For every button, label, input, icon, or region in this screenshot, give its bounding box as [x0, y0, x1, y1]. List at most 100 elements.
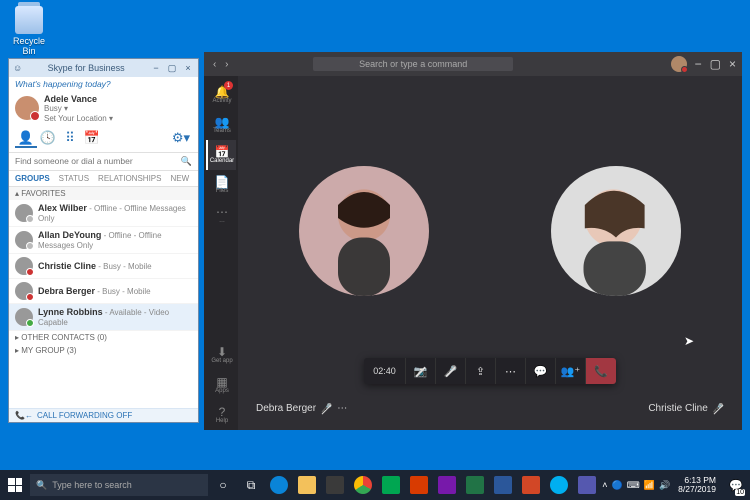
filter-new[interactable]: NEW [170, 174, 189, 183]
participant-more-icon[interactable]: ⋯ [337, 403, 347, 414]
teams-minimize-button[interactable]: − [695, 57, 702, 71]
mic-muted-icon: 🎤 [321, 403, 332, 414]
edge-icon[interactable] [267, 470, 291, 500]
contact-row[interactable]: Lynne Robbins - Available - Video Capabl… [9, 304, 198, 331]
rail-label: Apps [215, 388, 229, 394]
explorer-icon[interactable] [295, 470, 319, 500]
participant-video-1[interactable] [299, 166, 429, 296]
search-icon: 🔍 [36, 480, 47, 491]
share-button[interactable]: ⇪ [466, 358, 496, 384]
rail-get app[interactable]: ⬇Get app [206, 340, 236, 370]
participant-name-1: Debra Berger [256, 403, 316, 414]
filter-status[interactable]: STATUS [59, 174, 89, 183]
taskbar-clock[interactable]: 6:13 PM 8/27/2019 [674, 476, 720, 495]
contact-row[interactable]: Debra Berger - Busy - Mobile [9, 279, 198, 304]
teams-close-button[interactable]: × [729, 57, 736, 71]
call-timer: 02:40 [364, 358, 406, 384]
call-forward-icon: 📞← [15, 411, 33, 420]
contact-row[interactable]: Christie Cline - Busy - Mobile [9, 254, 198, 279]
camera-toggle[interactable]: 📷 [406, 358, 436, 384]
skype-search-input[interactable] [15, 156, 181, 166]
rail-activity[interactable]: 🔔Activity1 [206, 80, 236, 110]
rail-label: Get app [211, 358, 232, 364]
rail-files[interactable]: 📄Files [206, 170, 236, 200]
more-actions-button[interactable]: ⋯ [496, 358, 526, 384]
cortana-icon[interactable]: ○ [211, 470, 235, 500]
app-icon[interactable] [435, 470, 459, 500]
app-icon[interactable] [463, 470, 487, 500]
hangup-button[interactable]: 📞 [586, 358, 616, 384]
filter-relationships[interactable]: RELATIONSHIPS [98, 174, 161, 183]
tray-input-icon[interactable]: ⌨ [627, 480, 640, 491]
mic-muted-icon: 🎤 [713, 403, 724, 414]
contact-row[interactable]: Alex Wilber - Offline - Offline Messages… [9, 200, 198, 227]
rail-calendar[interactable]: 📅Calendar [206, 140, 236, 170]
app-icon[interactable] [407, 470, 431, 500]
contact-row[interactable]: Allan DeYoung - Offline - Offline Messag… [9, 227, 198, 254]
favorites-header[interactable]: ▴ FAVORITES [9, 187, 198, 200]
rail-label: Help [216, 418, 228, 424]
minimize-button[interactable]: − [150, 63, 162, 74]
maximize-button[interactable]: ▢ [166, 63, 178, 74]
participant-label-1: Debra Berger 🎤 ⋯ [256, 403, 347, 414]
teams-taskbar-icon[interactable] [575, 470, 599, 500]
skype-taskbar-icon[interactable] [547, 470, 571, 500]
group-my[interactable]: ▸ MY GROUP (3) [9, 344, 198, 357]
skype-footer[interactable]: 📞← CALL FORWARDING OFF [9, 408, 198, 422]
nav-forward-icon[interactable]: › [222, 59, 231, 70]
teams-maximize-button[interactable]: ▢ [710, 57, 721, 71]
contacts-tab-icon[interactable]: 👤 [15, 130, 37, 148]
rail-label: Files [216, 188, 229, 194]
close-button[interactable]: × [182, 63, 194, 74]
rail-help[interactable]: ?Help [206, 400, 236, 430]
self-avatar[interactable] [15, 96, 39, 120]
teams-self-avatar[interactable] [671, 56, 687, 72]
contact-avatar [15, 204, 33, 222]
app-icon[interactable] [491, 470, 515, 500]
participant-video-2[interactable] [551, 166, 681, 296]
tray-wifi-icon[interactable]: 📶 [644, 480, 655, 491]
teams-rail: 🔔Activity1👥Teams📅Calendar📄Files⋯… ⬇Get a… [204, 76, 238, 430]
skype-logo-icon: ☺ [13, 63, 22, 73]
rail-teams[interactable]: 👥Teams [206, 110, 236, 140]
contact-status: - Busy - Mobile [96, 262, 152, 271]
rail-icon: 📄 [215, 176, 230, 188]
start-button[interactable] [0, 470, 30, 500]
group-other[interactable]: ▸ OTHER CONTACTS (0) [9, 331, 198, 344]
app-icon[interactable] [379, 470, 403, 500]
rail-icon: ⋯ [216, 206, 228, 218]
rail-apps[interactable]: ▦Apps [206, 370, 236, 400]
self-location[interactable]: Set Your Location ▾ [44, 114, 113, 123]
recycle-bin[interactable]: Recycle Bin [6, 6, 52, 56]
rail-icon: ▦ [216, 376, 227, 388]
taskbar-search[interactable]: 🔍 Type here to search [30, 474, 208, 496]
mic-toggle[interactable]: 🎤 [436, 358, 466, 384]
chrome-icon[interactable] [351, 470, 375, 500]
task-view-icon[interactable]: ⧉ [239, 470, 263, 500]
contact-name: Allan DeYoung [38, 230, 101, 240]
skype-titlebar[interactable]: ☺ Skype for Business − ▢ × [9, 59, 198, 77]
tray-skype-icon[interactable]: 🔵 [612, 480, 623, 491]
action-center-icon[interactable]: 💬10 [724, 470, 748, 500]
rail-icon: ? [219, 406, 226, 418]
tray-volume-icon[interactable]: 🔊 [659, 480, 670, 491]
rail-badge: 1 [224, 81, 233, 90]
rail-…[interactable]: ⋯… [206, 200, 236, 230]
store-icon[interactable] [323, 470, 347, 500]
rail-icon: ⬇ [217, 346, 227, 358]
tray-chevron-icon[interactable]: ˄ [602, 480, 607, 490]
chat-button[interactable]: 💬 [526, 358, 556, 384]
nav-back-icon[interactable]: ‹ [210, 59, 219, 70]
settings-gear-icon[interactable]: ⚙▾ [170, 130, 192, 148]
search-icon[interactable]: 🔍 [181, 156, 192, 167]
participants-button[interactable]: 👥⁺ [556, 358, 586, 384]
dialpad-tab-icon[interactable]: ⠿ [59, 130, 81, 148]
mood-message[interactable]: What's happening today? [9, 77, 198, 91]
teams-search[interactable]: Search or type a command [313, 57, 513, 71]
self-status[interactable]: Busy ▾ [44, 104, 113, 113]
history-tab-icon[interactable]: 🕓 [37, 130, 59, 148]
calendar-tab-icon[interactable]: 📅 [81, 130, 103, 148]
app-icon[interactable] [519, 470, 543, 500]
filter-groups[interactable]: GROUPS [15, 174, 50, 183]
rail-icon: 📅 [215, 146, 230, 158]
